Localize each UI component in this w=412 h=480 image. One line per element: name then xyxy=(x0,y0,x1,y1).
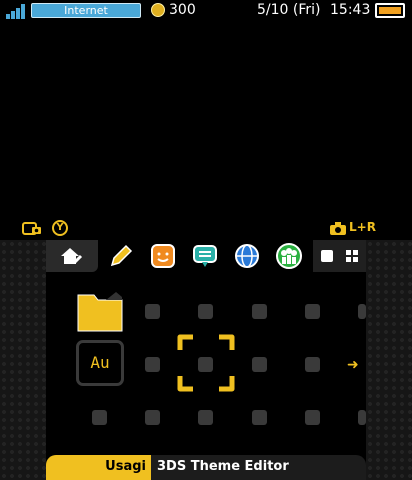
empty-slot[interactable] xyxy=(305,410,320,425)
app-icon-au[interactable]: Au xyxy=(76,340,124,386)
left-wallpaper xyxy=(0,240,46,480)
folder-icon[interactable] xyxy=(76,291,124,332)
empty-slot[interactable] xyxy=(252,410,267,425)
grid-large-icon[interactable] xyxy=(321,250,333,262)
app-subtitle: 3DS Theme Editor xyxy=(157,459,289,474)
face-icon[interactable] xyxy=(150,243,176,269)
empty-slot[interactable] xyxy=(198,304,213,319)
play-coin-icon xyxy=(151,3,165,17)
screenshot-combo-hint: L+R xyxy=(349,220,376,234)
empty-slot[interactable] xyxy=(145,304,160,319)
internet-indicator: Internet xyxy=(31,3,141,18)
empty-slot[interactable] xyxy=(252,357,267,372)
camera-icon xyxy=(330,222,346,235)
arrow-right-icon[interactable]: ➜ xyxy=(347,357,359,373)
app-name: Usagi xyxy=(105,459,146,474)
empty-slot[interactable] xyxy=(145,410,160,425)
empty-slot[interactable] xyxy=(358,410,366,425)
right-wallpaper xyxy=(366,240,412,480)
coin-count: 300 xyxy=(169,2,196,18)
chat-icon[interactable] xyxy=(192,243,218,269)
globe-icon[interactable] xyxy=(234,243,260,269)
camera-folder-icon xyxy=(22,222,41,235)
empty-slot[interactable] xyxy=(92,410,107,425)
home-settings-icon[interactable] xyxy=(58,243,84,269)
clock: 15:43 xyxy=(330,2,371,18)
y-button-icon: Y xyxy=(52,220,68,236)
selection-cursor xyxy=(177,334,235,392)
empty-slot[interactable] xyxy=(305,304,320,319)
battery-icon xyxy=(375,3,405,18)
empty-slot[interactable] xyxy=(252,304,267,319)
friends-icon[interactable] xyxy=(274,243,304,269)
wifi-signal-icon xyxy=(6,4,25,19)
empty-slot[interactable] xyxy=(198,410,213,425)
pencil-icon[interactable] xyxy=(108,243,134,269)
date-display: 5/10 (Fri) xyxy=(257,2,321,18)
grid-small-icon[interactable] xyxy=(346,250,358,262)
empty-slot[interactable] xyxy=(305,357,320,372)
empty-slot[interactable] xyxy=(145,357,160,372)
empty-slot[interactable] xyxy=(358,304,366,319)
